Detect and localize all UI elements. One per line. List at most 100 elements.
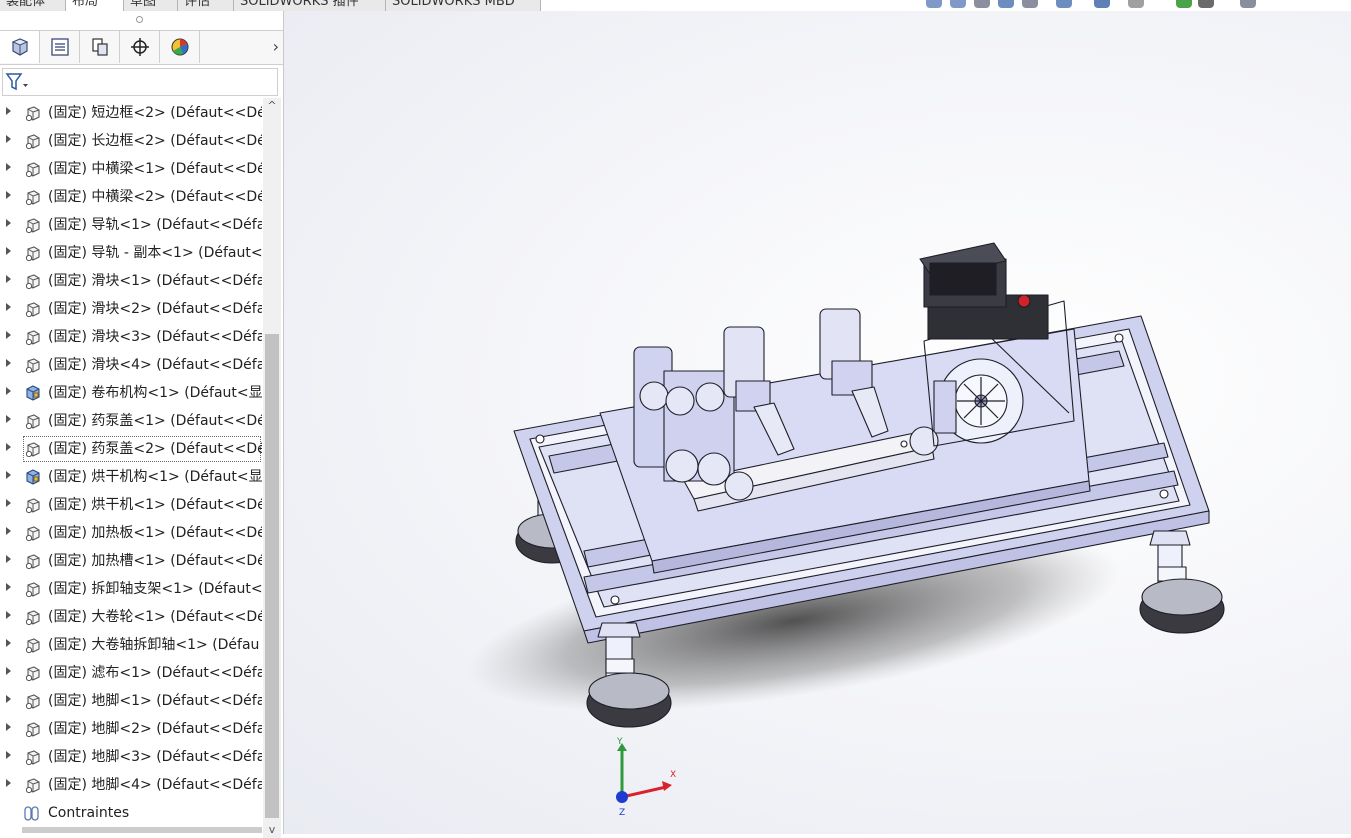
hide-show-items-icon[interactable] <box>1128 0 1144 8</box>
expand-arrow-icon[interactable] <box>6 163 11 171</box>
expand-arrow-icon[interactable] <box>6 219 11 227</box>
tree-item[interactable]: (固定) 短边框<2> (Défaut<<Dé <box>0 99 262 127</box>
expand-arrow-icon[interactable] <box>6 639 11 647</box>
chevron-right-icon[interactable]: › <box>273 37 279 56</box>
expand-arrow-icon[interactable] <box>6 303 11 311</box>
expand-arrow-icon[interactable] <box>6 275 11 283</box>
tree-item[interactable]: (固定) 药泵盖<2> (Défaut<<Dé <box>6 435 262 463</box>
machine-assembly-model[interactable] <box>284 11 1351 834</box>
tree-item[interactable]: (固定) 加热槽<1> (Défaut<<Dé <box>0 547 262 575</box>
tab-layout[interactable]: 布局 <box>66 0 124 11</box>
part-icon <box>25 638 40 654</box>
expand-arrow-icon[interactable] <box>6 107 11 115</box>
scroll-down-icon[interactable]: v <box>266 824 278 836</box>
tree-item[interactable]: (固定) 中横梁<1> (Défaut<<Dé <box>0 155 262 183</box>
expand-arrow-icon[interactable] <box>6 247 11 255</box>
expand-arrow-icon[interactable] <box>6 779 11 787</box>
zoom-to-area-icon[interactable] <box>950 0 966 8</box>
expand-arrow-icon[interactable] <box>6 499 11 507</box>
expand-arrow-icon[interactable] <box>6 555 11 563</box>
dynamic-annotation-icon[interactable] <box>1022 0 1038 8</box>
expand-arrow-icon[interactable] <box>6 723 11 731</box>
tree-item[interactable]: (固定) 大卷轮<1> (Défaut<<Dé <box>0 603 262 631</box>
tree-item[interactable]: (固定) 烘干机<1> (Défaut<<Dé <box>0 491 262 519</box>
tree-item[interactable]: (固定) 加热板<1> (Défaut<<Dé <box>0 519 262 547</box>
configurationmanager-tab[interactable] <box>80 31 120 63</box>
tab-assembly[interactable]: 装配体 <box>0 0 66 11</box>
previous-view-icon[interactable] <box>974 0 990 8</box>
tree-horizontal-scrollbar[interactable] <box>22 827 262 833</box>
scroll-up-icon[interactable]: ^ <box>266 100 278 112</box>
tree-item[interactable]: (固定) 地脚<2> (Défaut<<Défa <box>0 715 262 743</box>
tree-item[interactable]: (固定) 地脚<1> (Défaut<<Défa <box>0 687 262 715</box>
display-manager-tab[interactable] <box>160 31 200 63</box>
expand-arrow-icon[interactable] <box>6 331 11 339</box>
expand-arrow-icon[interactable] <box>6 387 11 395</box>
triad-z-label: Z <box>619 808 625 818</box>
expand-arrow-icon[interactable] <box>6 751 11 759</box>
graphics-area[interactable]: Y X Z <box>284 11 1351 834</box>
expand-arrow-icon[interactable] <box>6 611 11 619</box>
filter-icon[interactable] <box>5 71 29 93</box>
tree-item-label: (固定) 卷布机构<1> (Défaut<显 <box>48 385 262 401</box>
expand-arrow-icon[interactable] <box>6 527 11 535</box>
expand-arrow-icon[interactable] <box>6 415 11 423</box>
dimxpertmanager-tab[interactable] <box>120 31 160 63</box>
tree-item-label: (固定) 地脚<4> (Défaut<<Défa <box>48 777 262 793</box>
tree-item[interactable]: (固定) 中横梁<2> (Défaut<<Dé <box>0 183 262 211</box>
expand-arrow-icon[interactable] <box>6 471 11 479</box>
tree-item[interactable]: (固定) 导轨 - 副本<1> (Défaut< <box>0 239 262 267</box>
tab-evaluate[interactable]: 评估 <box>178 0 234 11</box>
tree-item-label: (固定) 中横梁<2> (Défaut<<Dé <box>48 189 262 205</box>
panel-grip-icon[interactable] <box>136 16 143 23</box>
tree-item[interactable]: (固定) 滑块<3> (Défaut<<Défa <box>0 323 262 351</box>
scroll-thumb[interactable] <box>265 334 279 818</box>
expand-arrow-icon[interactable] <box>6 443 11 451</box>
tree-item[interactable]: (固定) 大卷轴拆卸轴<1> (Défau <box>0 631 262 659</box>
tree-vertical-scrollbar[interactable]: ^ v <box>263 98 281 838</box>
expand-arrow-icon[interactable] <box>6 667 11 675</box>
expand-arrow-icon[interactable] <box>6 695 11 703</box>
heads-up-view-toolbar <box>918 0 1268 10</box>
tree-item-label: (固定) 滑块<2> (Défaut<<Défa <box>48 301 262 317</box>
tree-item[interactable]: (固定) 滤布<1> (Défaut<<Défa <box>0 659 262 687</box>
tree-item[interactable]: (固定) 拆卸轴支架<1> (Défaut< <box>0 575 262 603</box>
tree-item[interactable]: (固定) 烘干机构<1> (Défaut<显 <box>0 463 262 491</box>
tree-item[interactable]: (固定) 地脚<3> (Défaut<<Défa <box>0 743 262 771</box>
tab-solidworks-addins[interactable]: SOLIDWORKS 插件 <box>234 0 386 11</box>
tab-label: 评估 <box>184 0 211 9</box>
expand-arrow-icon[interactable] <box>6 359 11 367</box>
propertymanager-tab[interactable] <box>40 31 80 63</box>
zoom-to-fit-icon[interactable] <box>926 0 942 8</box>
tab-label: 布局 <box>72 0 99 9</box>
part-icon <box>25 330 40 346</box>
expand-arrow-icon[interactable] <box>6 135 11 143</box>
featuremanager-tree-icon <box>11 38 28 56</box>
tree-item[interactable]: (固定) 药泵盖<1> (Défaut<<Dé <box>0 407 262 435</box>
display-style-icon[interactable] <box>1094 0 1110 8</box>
expand-arrow-icon[interactable] <box>6 191 11 199</box>
section-view-icon[interactable] <box>998 0 1014 8</box>
view-settings-icon[interactable] <box>1240 0 1256 8</box>
tree-filter-bar[interactable] <box>2 68 278 96</box>
tree-item[interactable]: (固定) 滑块<2> (Défaut<<Défa <box>0 295 262 323</box>
tab-solidworks-mbd[interactable]: SOLIDWORKS MBD <box>386 0 541 11</box>
part-icon <box>25 134 40 150</box>
tree-item[interactable]: (固定) 长边框<2> (Défaut<<Dé <box>0 127 262 155</box>
featuremanager-tree-tab[interactable] <box>0 31 40 63</box>
tree-item[interactable]: (固定) 导轨<1> (Défaut<<Défa <box>0 211 262 239</box>
tree-item[interactable]: (固定) 卷布机构<1> (Défaut<显 <box>0 379 262 407</box>
edit-appearance-icon[interactable] <box>1176 0 1192 8</box>
tree-item[interactable]: (固定) 滑块<4> (Défaut<<Défa <box>0 351 262 379</box>
tree-item[interactable]: (固定) 滑块<1> (Défaut<<Défa <box>0 267 262 295</box>
tree-item-mates[interactable]: Contraintes <box>0 799 262 824</box>
tree-item-label: (固定) 长边框<2> (Défaut<<Dé <box>48 133 262 149</box>
expand-arrow-icon[interactable] <box>6 583 11 591</box>
tab-sketch[interactable]: 草图 <box>124 0 178 11</box>
triad-x-label: X <box>670 770 676 780</box>
part-icon <box>25 106 40 122</box>
tree-item[interactable]: (固定) 地脚<4> (Défaut<<Défa <box>0 771 262 799</box>
view-orientation-icon[interactable] <box>1056 0 1072 8</box>
manager-tabs: › <box>0 30 283 65</box>
apply-scene-icon[interactable] <box>1198 0 1214 8</box>
